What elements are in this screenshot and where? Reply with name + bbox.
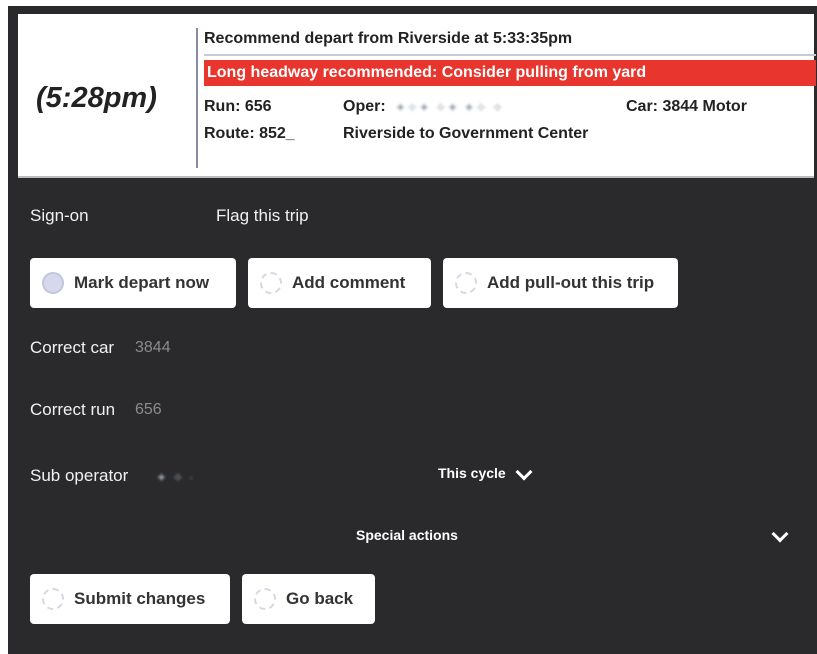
operator-name-redacted: ✦✧✦ ✧✦ ✦✧ ✧ bbox=[395, 100, 504, 115]
mark-depart-label: Mark depart now bbox=[74, 273, 210, 292]
mark-depart-button[interactable]: Mark depart now bbox=[30, 258, 236, 308]
app-frame: (5:28pm) Recommend depart from Riverside… bbox=[8, 6, 817, 654]
correct-car-input[interactable]: 3844 bbox=[135, 339, 171, 357]
spinner-icon bbox=[254, 588, 276, 610]
run-info: Run: 656 bbox=[204, 98, 272, 115]
sub-operator-label: Sub operator bbox=[30, 466, 129, 485]
car-info: Car: 3844 Motor bbox=[626, 98, 747, 115]
add-comment-label: Add comment bbox=[292, 273, 406, 292]
operator-label: Oper: bbox=[343, 98, 386, 115]
correct-car-label: Correct car bbox=[30, 338, 115, 357]
flag-trip-link[interactable]: Flag this trip bbox=[216, 206, 309, 226]
spinner-icon bbox=[455, 272, 477, 294]
sign-on-link[interactable]: Sign-on bbox=[30, 206, 89, 226]
route-name: Riverside to Government Center bbox=[343, 125, 589, 142]
special-actions-toggle[interactable]: Special actions bbox=[356, 527, 458, 543]
trip-header-card: (5:28pm) Recommend depart from Riverside… bbox=[18, 14, 816, 178]
route-info: Route: 852_ bbox=[204, 125, 295, 142]
add-comment-button[interactable]: Add comment bbox=[248, 258, 431, 308]
current-time: (5:28pm) bbox=[36, 82, 157, 114]
go-back-button[interactable]: Go back bbox=[242, 574, 375, 624]
spinner-icon bbox=[260, 272, 282, 294]
spinner-icon bbox=[42, 272, 64, 294]
correct-run-input[interactable]: 656 bbox=[135, 401, 162, 419]
depart-recommendation: Recommend depart from Riverside at 5:33:… bbox=[204, 30, 573, 47]
cycle-selector[interactable]: This cycle bbox=[438, 465, 506, 481]
headway-alert-banner: Long headway recommended: Consider pulli… bbox=[204, 60, 816, 86]
add-pullout-label: Add pull-out this trip bbox=[487, 273, 655, 292]
chevron-down-icon[interactable] bbox=[771, 525, 789, 543]
sub-operator-input[interactable]: ✦ ✧ · bbox=[156, 470, 194, 486]
recommendation-rule bbox=[204, 54, 816, 56]
correct-run-label: Correct run bbox=[30, 400, 116, 419]
submit-changes-label: Submit changes bbox=[74, 589, 206, 608]
spinner-icon bbox=[42, 588, 64, 610]
add-pullout-button[interactable]: Add pull-out this trip bbox=[443, 258, 678, 308]
go-back-label: Go back bbox=[286, 589, 354, 608]
chevron-down-icon[interactable] bbox=[515, 463, 533, 481]
header-divider bbox=[196, 28, 198, 168]
submit-changes-button[interactable]: Submit changes bbox=[30, 574, 230, 624]
